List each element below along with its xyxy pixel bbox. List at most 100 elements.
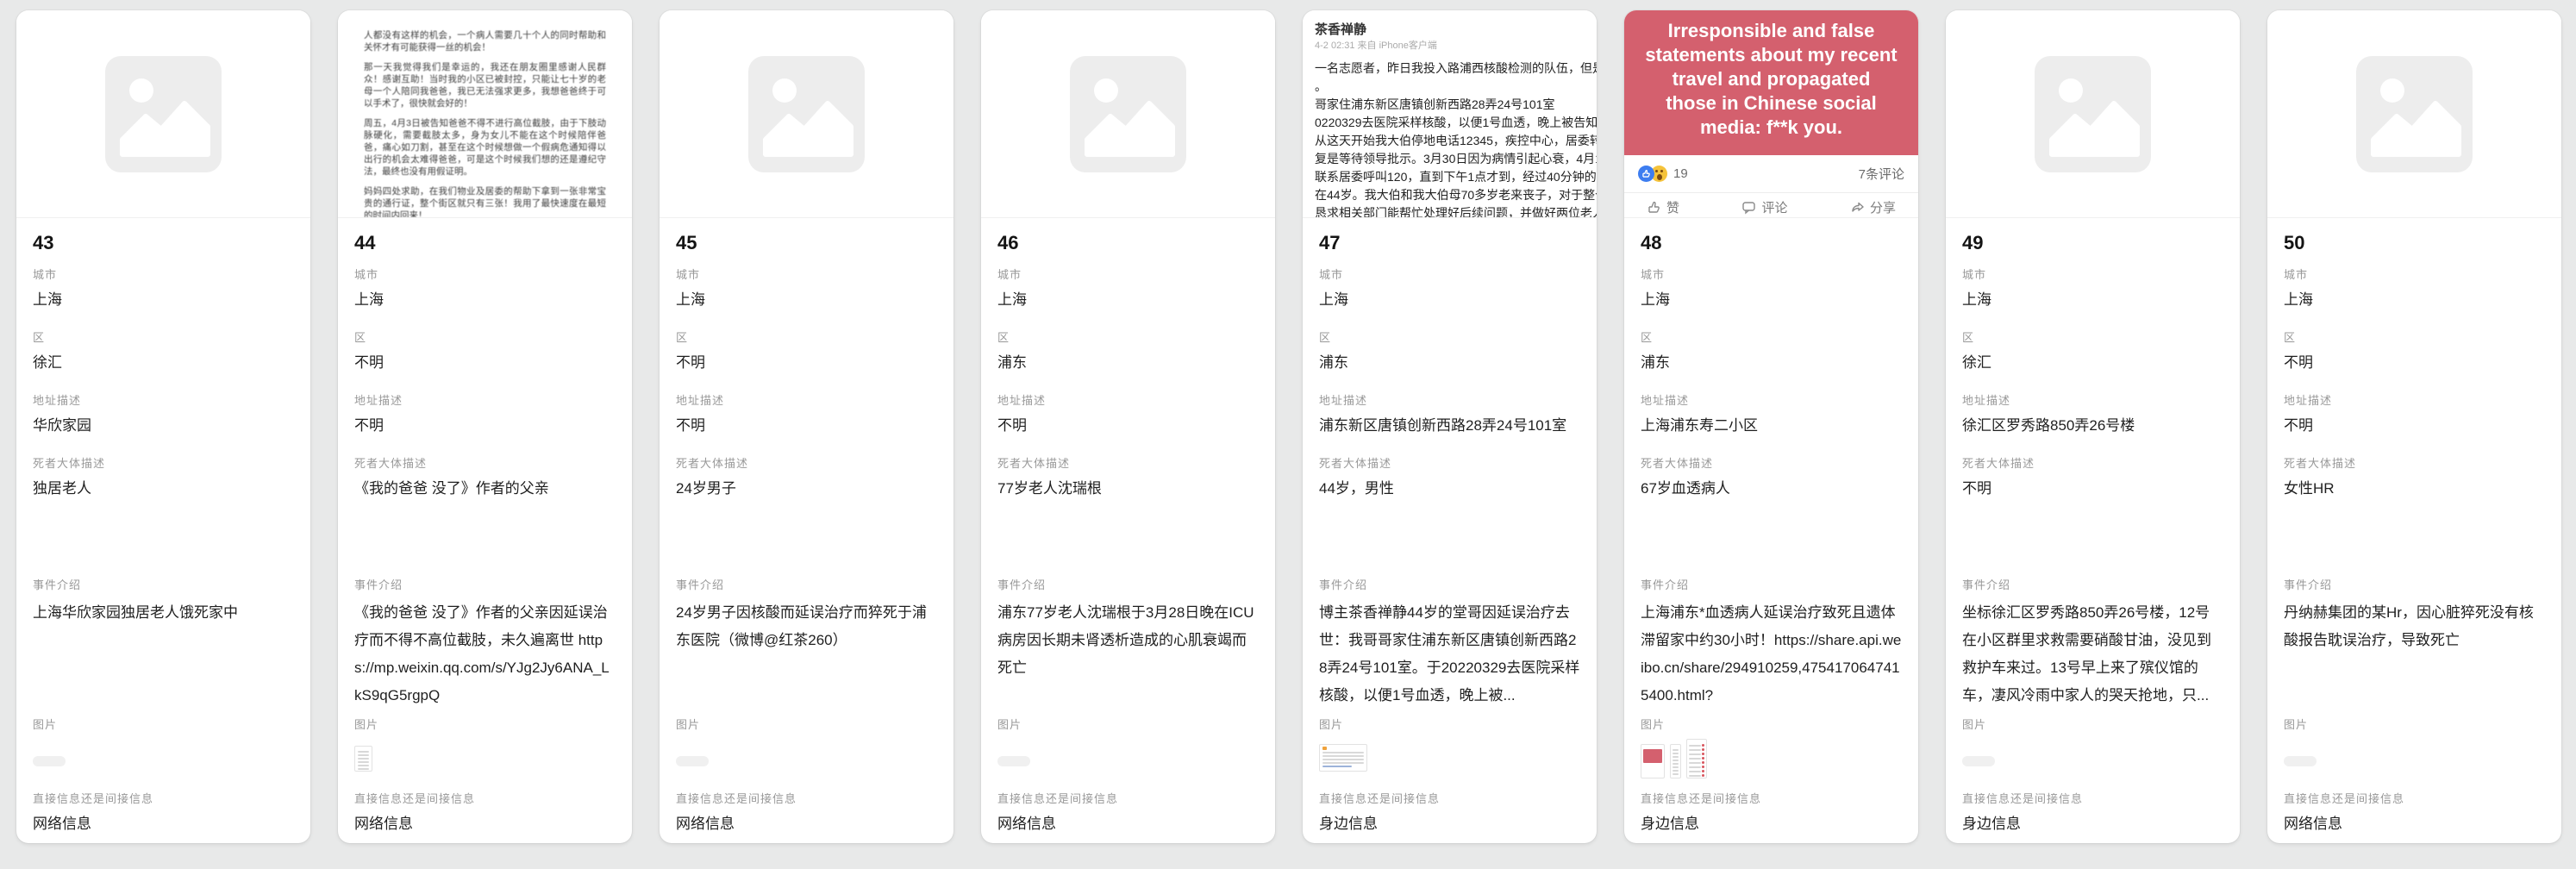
record-card[interactable]: 46 城市 上海 区 浦东 地址描述 不明 死者大体描述 77岁老人沈瑞根 事件… <box>981 10 1275 843</box>
field-label-district: 区 <box>2284 331 2545 345</box>
field-label-image: 图片 <box>1962 718 2223 732</box>
thumb-line <box>1673 760 1679 761</box>
field-city: 城市 上海 <box>1319 268 1580 310</box>
thumb-red-dot <box>1702 757 1704 760</box>
field-value-address: 不明 <box>354 415 616 436</box>
image-thumbnails[interactable] <box>354 739 616 778</box>
image-thumbnails[interactable] <box>33 739 294 778</box>
image-thumbnails[interactable] <box>1641 739 1902 778</box>
thumbnail-pill <box>1962 756 1995 766</box>
record-card[interactable]: 茶香禅静4-2 02:31 来自 iPhone客户端一名志愿者，昨日我投入路浦西… <box>1303 10 1597 843</box>
record-card[interactable]: 45 城市 上海 区 不明 地址描述 不明 死者大体描述 24岁男子 事件介绍 … <box>660 10 953 843</box>
field-value-deceased: 不明 <box>1962 478 2223 499</box>
field-district: 区 浦东 <box>997 331 1259 373</box>
comments-count: 7条评论 <box>1859 165 1904 183</box>
reaction-count: 19 <box>1673 166 1688 181</box>
weibo-timestamp: 4-2 02:31 来自 iPhone客户端 <box>1315 40 1597 52</box>
field-deceased: 死者大体描述 77岁老人沈瑞根 <box>997 457 1259 558</box>
field-value-deceased: 77岁老人沈瑞根 <box>997 478 1259 499</box>
field-value-direct: 身边信息 <box>1319 813 1580 835</box>
field-deceased: 死者大体描述 独居老人 <box>33 457 294 558</box>
field-value-address: 徐汇区罗秀路850弄26号楼 <box>1962 415 2223 436</box>
field-address: 地址描述 不明 <box>676 394 937 436</box>
thumb-line <box>1322 762 1364 764</box>
image-placeholder-icon <box>1070 56 1186 172</box>
field-direct-or-indirect: 直接信息还是间接信息 网络信息 <box>2284 792 2545 835</box>
thumb-line <box>1673 756 1679 758</box>
field-event: 事件介绍 浦东77岁老人沈瑞根于3月28日晚在ICU病房因长期未肾透析造成的心肌… <box>997 578 1259 710</box>
action-label: 赞 <box>1666 198 1679 216</box>
field-city: 城市 上海 <box>354 268 616 310</box>
field-label-address: 地址描述 <box>33 394 294 408</box>
thumb-line <box>1673 773 1679 775</box>
image-thumbnails[interactable] <box>2284 739 2545 778</box>
thumb-line <box>358 761 369 763</box>
record-card[interactable]: 43 城市 上海 区 徐汇 地址描述 华欣家园 死者大体描述 独居老人 事件介绍… <box>16 10 310 843</box>
image-thumbnails[interactable] <box>997 739 1259 778</box>
field-label-image: 图片 <box>1641 718 1902 732</box>
field-label-address: 地址描述 <box>676 394 937 408</box>
facebook-action-share[interactable]: 分享 <box>1850 198 1896 216</box>
field-label-direct: 直接信息还是间接信息 <box>1962 792 2223 806</box>
field-district: 区 浦东 <box>1319 331 1580 373</box>
record-number: 44 <box>354 232 616 254</box>
field-value-address: 不明 <box>676 415 937 436</box>
record-card[interactable]: Irresponsible and false statements about… <box>1624 10 1918 843</box>
field-value-address: 不明 <box>2284 415 2545 436</box>
record-card[interactable]: 人都没有这样的机会，一个病人需要几十个人的同时帮助和关怀才有可能获得一丝的机会！… <box>338 10 632 843</box>
image-thumbnails[interactable] <box>1962 739 2223 778</box>
field-value-district: 不明 <box>676 352 937 373</box>
facebook-reactions: 19 <box>1638 166 1688 182</box>
field-value-district: 不明 <box>354 352 616 373</box>
thumb-list-row <box>1689 748 1704 751</box>
field-value-event: 坐标徐汇区罗秀路850弄26号楼，12号在小区群里求救需要硝酸甘油，没见到救护车… <box>1962 599 2223 710</box>
thumb-link-line <box>1322 766 1352 767</box>
field-district: 区 不明 <box>354 331 616 373</box>
thumb-red-block <box>1643 749 1662 763</box>
thumb-avatar-dot <box>1322 747 1327 750</box>
field-image: 图片 <box>1319 718 1580 778</box>
field-value-event: 博主茶香禅静44岁的堂哥因延误治疗去世：我哥哥家住浦东新区唐镇创新西路28弄24… <box>1319 599 1580 710</box>
thumb-line <box>1673 770 1679 772</box>
field-label-deceased: 死者大体描述 <box>354 457 616 471</box>
record-card[interactable]: 50 城市 上海 区 不明 地址描述 不明 死者大体描述 女性HR 事件介绍 丹… <box>2267 10 2561 843</box>
card-fields: 47 城市 上海 区 浦东 地址描述 浦东新区唐镇创新西路28弄24号101室 … <box>1303 218 1597 843</box>
facebook-action-like[interactable]: 赞 <box>1647 198 1679 216</box>
card-fields: 48 城市 上海 区 浦东 地址描述 上海浦东寿二小区 死者大体描述 67岁血透… <box>1624 218 1918 843</box>
image-placeholder-icon <box>2356 56 2473 172</box>
field-label-district: 区 <box>1319 331 1580 345</box>
facebook-action-comment[interactable]: 评论 <box>1741 198 1787 216</box>
thumbnail-pill <box>676 756 709 766</box>
field-image: 图片 <box>33 718 294 778</box>
thumb-line <box>1322 755 1364 757</box>
field-direct-or-indirect: 直接信息还是间接信息 身边信息 <box>1962 792 2223 835</box>
thumb-line <box>1689 749 1701 751</box>
record-card[interactable]: 49 城市 上海 区 徐汇 地址描述 徐汇区罗秀路850弄26号楼 死者大体描述… <box>1946 10 2240 843</box>
facebook-stats-row: 19 7条评论 <box>1624 155 1918 193</box>
facebook-post-text: Irresponsible and false statements about… <box>1645 19 1898 140</box>
field-value-city: 上海 <box>1641 289 1902 310</box>
thumbnail-text-column <box>1670 744 1681 778</box>
thumb-red-dot <box>1702 753 1704 755</box>
field-label-district: 区 <box>1641 331 1902 345</box>
image-thumbnails[interactable] <box>1319 739 1580 778</box>
field-address: 地址描述 浦东新区唐镇创新西路28弄24号101室 <box>1319 394 1580 436</box>
field-event: 事件介绍 上海浦东*血透病人延误治疗致死且遗体滞留家中约30小时！https:/… <box>1641 578 1902 710</box>
field-event: 事件介绍 博主茶香禅静44岁的堂哥因延误治疗去世：我哥哥家住浦东新区唐镇创新西路… <box>1319 578 1580 710</box>
article-paragraph: 那一天我觉得我们是幸运的，我还在朋友圈里感谢人民群众！感谢互助！当时我的小区已被… <box>364 61 606 109</box>
field-value-address: 不明 <box>997 415 1259 436</box>
thumb-line <box>1322 759 1364 760</box>
field-address: 地址描述 上海浦东寿二小区 <box>1641 394 1902 436</box>
field-value-direct: 网络信息 <box>2284 813 2545 835</box>
card-fields: 46 城市 上海 区 浦东 地址描述 不明 死者大体描述 77岁老人沈瑞根 事件… <box>981 218 1275 843</box>
field-label-direct: 直接信息还是间接信息 <box>2284 792 2545 806</box>
image-thumbnails[interactable] <box>676 739 937 778</box>
cover-placeholder-area <box>1946 10 2240 217</box>
field-label-direct: 直接信息还是间接信息 <box>997 792 1259 806</box>
field-label-city: 城市 <box>2284 268 2545 282</box>
field-event: 事件介绍 丹纳赫集团的某Hr，因心脏猝死没有核酸报告耽误治疗，导致死亡 <box>2284 578 2545 710</box>
field-label-event: 事件介绍 <box>997 578 1259 592</box>
field-value-district: 浦东 <box>1319 352 1580 373</box>
field-label-district: 区 <box>676 331 937 345</box>
weibo-text-line: 从这天开始我大伯停地电话12345，疾控中心，居委转运车一直不来。永 <box>1315 132 1597 150</box>
